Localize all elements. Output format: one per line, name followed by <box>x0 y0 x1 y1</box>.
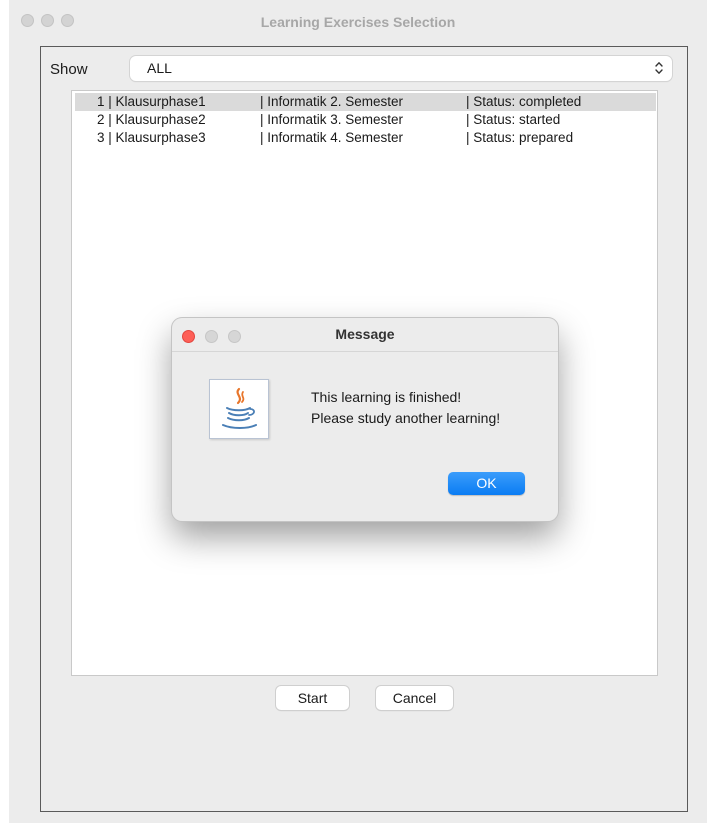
titlebar: Learning Exercises Selection <box>9 0 707 44</box>
cancel-button[interactable]: Cancel <box>376 686 453 710</box>
show-select[interactable]: ALL <box>130 56 672 81</box>
list-item-status: | Status: prepared <box>466 130 574 145</box>
dialog-message-line: This learning is finished! <box>311 389 462 405</box>
list-item-status: | Status: started <box>466 112 561 127</box>
dialog-divider <box>172 351 558 352</box>
dialog-message-line: Please study another learning! <box>311 410 501 426</box>
list-item-course: | Informatik 3. Semester <box>260 112 404 127</box>
list-item-id: 2 | Klausurphase2 <box>97 112 206 127</box>
chevron-updown-icon <box>655 62 663 74</box>
list-item[interactable]: 2 | Klausurphase2 | Informatik 3. Semest… <box>75 111 656 129</box>
show-label: Show <box>50 61 88 78</box>
dialog-message: This learning is finished! Please study … <box>311 387 500 429</box>
java-cup-icon <box>222 387 257 429</box>
list-item[interactable]: 3 | Klausurphase3 | Informatik 4. Semest… <box>75 129 656 147</box>
start-button[interactable]: Start <box>276 686 349 710</box>
java-icon <box>209 379 269 439</box>
ok-button[interactable]: OK <box>448 472 525 495</box>
list-item-status: | Status: completed <box>466 94 582 109</box>
list-item-id: 1 | Klausurphase1 <box>97 94 206 109</box>
list-item-course: | Informatik 2. Semester <box>260 94 404 109</box>
dialog-title: Message <box>335 326 395 342</box>
list-item-id: 3 | Klausurphase3 <box>97 130 206 145</box>
list-item[interactable]: 1 | Klausurphase1 | Informatik 2. Semest… <box>75 93 656 111</box>
window-title: Learning Exercises Selection <box>260 14 456 30</box>
message-dialog: Message This learning is finished! Pleas… <box>172 318 558 521</box>
list-item-course: | Informatik 4. Semester <box>260 130 404 145</box>
show-select-value: ALL <box>147 60 172 76</box>
